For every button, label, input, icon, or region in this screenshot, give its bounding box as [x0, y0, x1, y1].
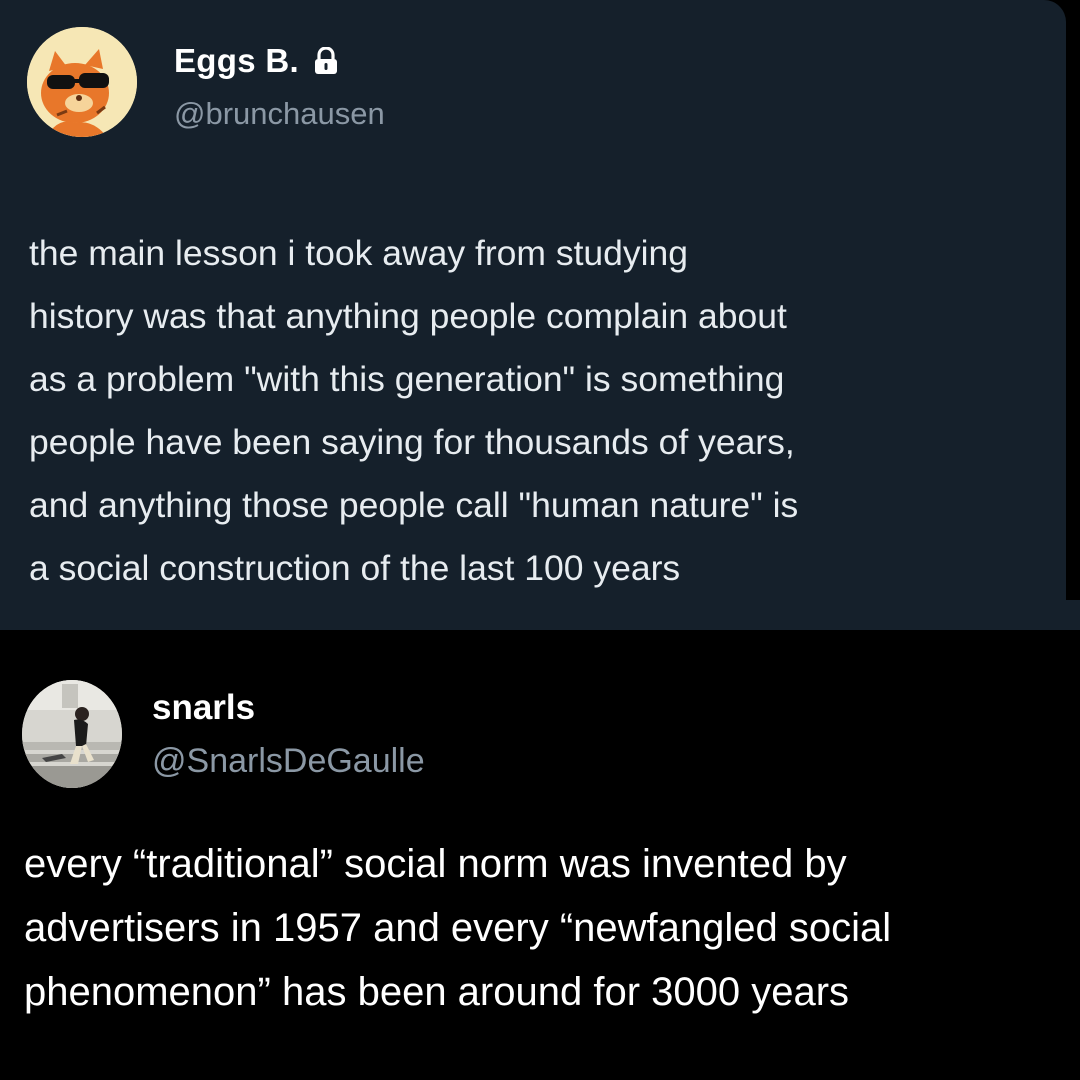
text-line: people have been saying for thousands of… [29, 422, 795, 462]
lock-icon [313, 46, 339, 75]
text-line: history was that anything people complai… [29, 296, 787, 336]
avatar-cartoon-cat-icon[interactable] [27, 27, 137, 137]
tweet-2-text: every “traditional” social norm was inve… [24, 832, 1064, 1024]
avatar-photo-icon[interactable] [22, 680, 122, 788]
handle[interactable]: @brunchausen [174, 96, 385, 132]
tweet-1-text: the main lesson i took away from studyin… [29, 222, 1049, 600]
text-line: as a problem "with this generation" is s… [29, 359, 785, 399]
display-name[interactable]: Eggs B. [174, 42, 299, 80]
text-line: every “traditional” social norm was inve… [24, 842, 847, 886]
tweet-1-author-row: Eggs B. [174, 42, 339, 80]
handle[interactable]: @SnarlsDeGaulle [152, 742, 425, 781]
text-line: phenomenon” has been around for 3000 yea… [24, 970, 850, 1014]
display-name[interactable]: snarls [152, 688, 255, 728]
text-line: and anything those people call "human na… [29, 485, 799, 525]
text-line: the main lesson i took away from studyin… [29, 233, 689, 273]
tweet-card-1-bottom [0, 600, 1080, 630]
text-line: a social construction of the last 100 ye… [29, 548, 681, 588]
text-line: advertisers in 1957 and every “newfangle… [24, 906, 892, 950]
